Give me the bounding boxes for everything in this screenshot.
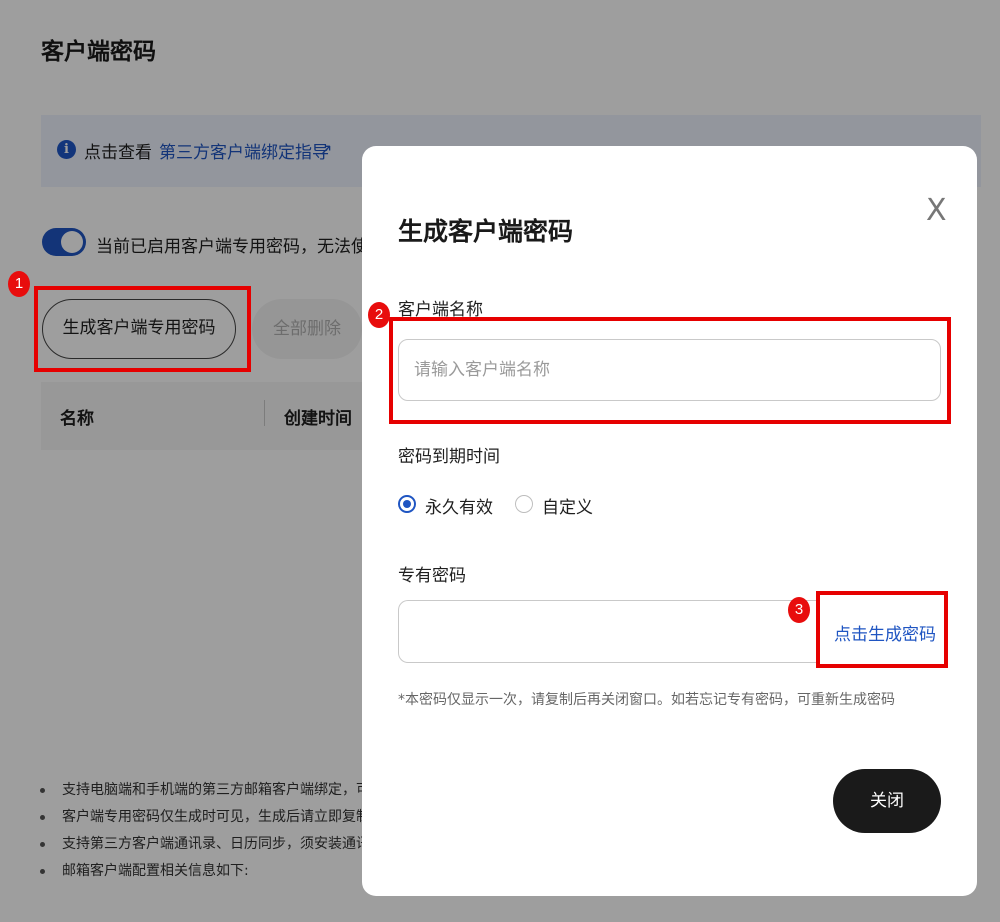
password-note: *本密码仅显示一次，请复制后再关闭窗口。如若忘记专有密码，可重新生成密码 — [398, 692, 895, 708]
step1-highlight — [34, 286, 251, 372]
radio-permanent-label[interactable]: 永久有效 — [425, 493, 493, 518]
step1-badge: 1 — [8, 271, 30, 297]
radio-permanent[interactable] — [398, 495, 416, 513]
step2-highlight — [389, 317, 951, 424]
step3-badge: 3 — [788, 597, 810, 623]
step2-badge: 2 — [368, 302, 390, 328]
password-label: 专有密码 — [398, 566, 466, 586]
dialog-title: 生成客户端密码 — [398, 217, 574, 246]
close-icon[interactable]: X — [926, 196, 947, 226]
radio-custom-label[interactable]: 自定义 — [542, 493, 593, 518]
expiry-label: 密码到期时间 — [398, 447, 500, 467]
close-button[interactable]: 关闭 — [833, 769, 941, 833]
radio-custom[interactable] — [515, 495, 533, 513]
password-field[interactable] — [398, 600, 820, 663]
step3-highlight — [816, 591, 948, 668]
